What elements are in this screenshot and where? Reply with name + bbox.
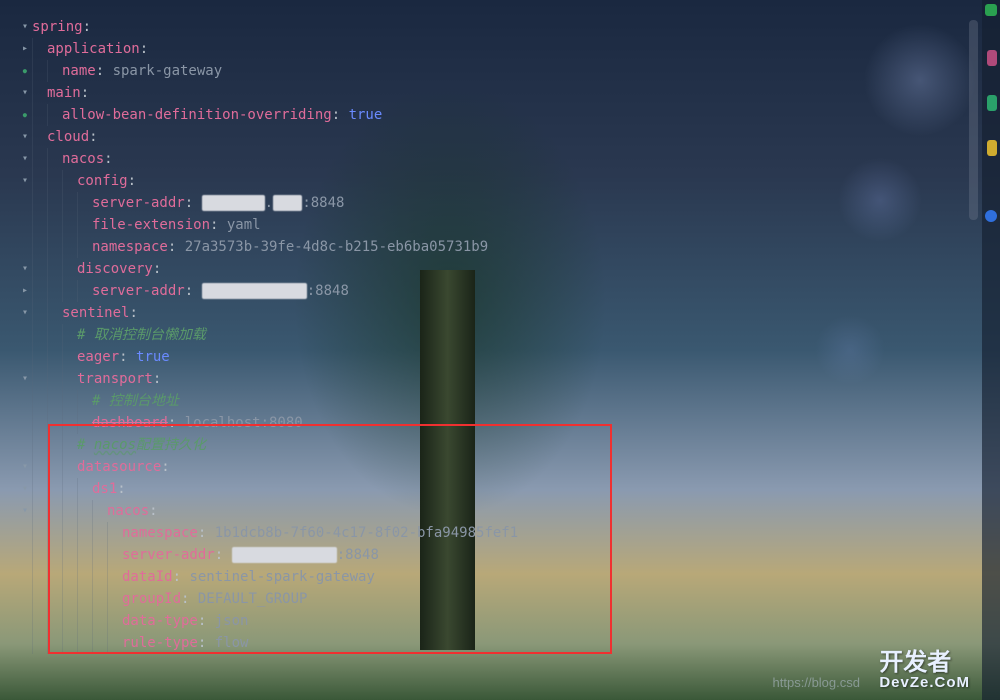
- gutter: ▾ ▸ ● ▾ ● ▾ ▾ ▾ ▾ ▸ ▾ ▾ ▾ ▾ ▾: [0, 0, 30, 700]
- val-config-port: :8848: [302, 195, 344, 211]
- scrollbar[interactable]: [968, 0, 978, 700]
- key-dataId: dataId: [122, 569, 173, 585]
- comment-eager: # 取消控制台懒加载: [77, 327, 206, 343]
- val-rule-type: flow: [215, 635, 249, 651]
- redacted-ip: [202, 195, 265, 211]
- val-eager: true: [136, 349, 170, 365]
- comment-nacos: #: [77, 437, 94, 453]
- val-ds-port: :8848: [337, 547, 379, 563]
- val-discovery-port: :8848: [307, 283, 349, 299]
- key-file-ext: file-extension: [92, 217, 210, 233]
- redacted-ip: [273, 195, 302, 211]
- redacted-ip: [232, 547, 337, 563]
- tool-window-stripe: [982, 0, 1000, 700]
- tool-tab[interactable]: [985, 210, 997, 222]
- status-icon[interactable]: [985, 4, 997, 16]
- key-allow-bean: allow-bean-definition-overriding: [62, 107, 332, 123]
- val-allow-bean: true: [349, 107, 383, 123]
- key-config: config: [77, 173, 128, 189]
- redacted-ip: [202, 283, 307, 299]
- tool-tab[interactable]: [987, 140, 997, 156]
- key-rule-type: rule-type: [122, 635, 198, 651]
- key-ds1: ds1: [92, 481, 117, 497]
- key-nacos: nacos: [62, 151, 104, 167]
- key-groupId: groupId: [122, 591, 181, 607]
- code-area[interactable]: spring: application: name: spark-gateway…: [30, 0, 1000, 700]
- key-server-addr: server-addr: [92, 283, 185, 299]
- watermark-url: https://blog.csd: [773, 672, 860, 694]
- val-data-type: json: [215, 613, 249, 629]
- val-dashboard: localhost:8080: [185, 415, 303, 431]
- val-groupId: DEFAULT_GROUP: [198, 591, 308, 607]
- code-editor[interactable]: ▾ ▸ ● ▾ ● ▾ ▾ ▾ ▾ ▸ ▾ ▾ ▾ ▾ ▾ spring: ap…: [0, 0, 1000, 700]
- key-data-type: data-type: [122, 613, 198, 629]
- watermark-logo: 开发者 DevZe.CoM: [879, 651, 970, 690]
- val-dataId: sentinel-spark-gateway: [189, 569, 374, 585]
- key-name: name: [62, 63, 96, 79]
- key-spring: spring: [32, 19, 83, 35]
- key-server-addr: server-addr: [92, 195, 185, 211]
- key-datasource: datasource: [77, 459, 161, 475]
- tool-tab[interactable]: [987, 50, 997, 66]
- key-eager: eager: [77, 349, 119, 365]
- val-app-name: spark-gateway: [113, 63, 223, 79]
- key-sentinel: sentinel: [62, 305, 129, 321]
- val-file-ext: yaml: [227, 217, 261, 233]
- key-application: application: [47, 41, 140, 57]
- key-ds-server-addr: server-addr: [122, 547, 215, 563]
- key-dashboard: dashboard: [92, 415, 168, 431]
- key-nacos-ds: nacos: [107, 503, 149, 519]
- key-cloud: cloud: [47, 129, 89, 145]
- val-ds-namespace: 1b1dcb8b-7f60-4c17-8f02-bfa94985fef1: [215, 525, 518, 541]
- key-discovery: discovery: [77, 261, 153, 277]
- key-namespace: namespace: [92, 239, 168, 255]
- key-transport: transport: [77, 371, 153, 387]
- key-main: main: [47, 85, 81, 101]
- tool-tab[interactable]: [987, 95, 997, 111]
- comment-dashboard: # 控制台地址: [92, 393, 179, 409]
- key-ds-namespace: namespace: [122, 525, 198, 541]
- scroll-thumb[interactable]: [969, 20, 978, 220]
- val-config-ns: 27a3573b-39fe-4d8c-b215-eb6ba05731b9: [185, 239, 488, 255]
